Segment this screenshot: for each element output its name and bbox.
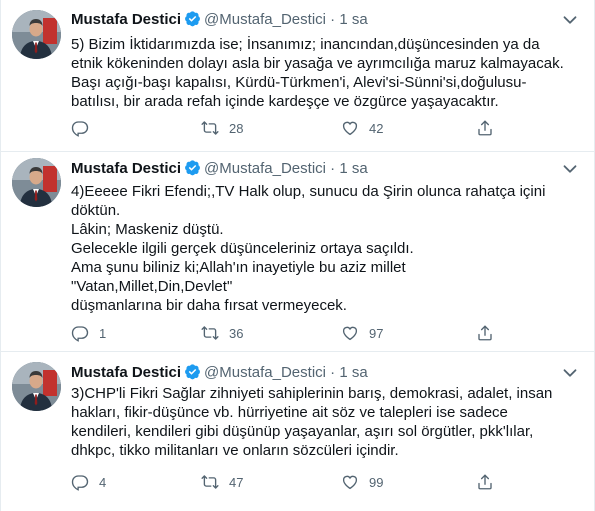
chevron-down-icon[interactable] xyxy=(559,158,581,180)
author-handle[interactable]: @Mustafa_Destici xyxy=(204,160,326,177)
author-handle[interactable]: @Mustafa_Destici xyxy=(204,364,326,381)
avatar[interactable] xyxy=(12,10,61,59)
share-button[interactable] xyxy=(476,323,494,343)
tweet-text-line: 3)CHP'li Fikri Sağlar zihniyeti sahipler… xyxy=(71,385,553,402)
tweet-text-line: etnik kökeninden dolayı asla bir yasağa … xyxy=(71,55,564,72)
tweet-text-line: döktün. xyxy=(71,202,121,219)
reply-button[interactable]: 4 xyxy=(71,472,106,492)
author-name[interactable]: Mustafa Destici xyxy=(71,160,181,177)
tweet-card[interactable]: Mustafa Destici @Mustafa_Destici · 1 sa 3… xyxy=(0,352,595,511)
reply-icon xyxy=(71,473,89,491)
retweet-button[interactable]: 47 xyxy=(201,472,243,492)
tweet-timestamp[interactable]: 1 sa xyxy=(339,364,367,381)
retweet-count: 28 xyxy=(229,120,244,136)
verified-badge-icon xyxy=(184,159,201,176)
tweet-actions: 28 42 xyxy=(71,118,501,138)
share-icon xyxy=(476,473,494,491)
chevron-down-icon[interactable] xyxy=(559,362,581,384)
tweet-feed: Mustafa Destici @Mustafa_Destici · 1 sa 5… xyxy=(0,0,595,511)
tweet-text-line: hakları, fikir-düşünce vb. hürriyetine a… xyxy=(71,404,508,421)
tweet-card[interactable]: Mustafa Destici @Mustafa_Destici · 1 sa 5… xyxy=(0,0,595,152)
tweet-timestamp[interactable]: 1 sa xyxy=(339,160,367,177)
tweet-text-line: Gelecekle ilgili gerçek düşünceleriniz o… xyxy=(71,240,414,257)
reply-icon xyxy=(71,119,89,137)
separator-dot: · xyxy=(330,11,336,28)
tweet-text-line: düşmanlarına bir daha fırsat vermeyecek. xyxy=(71,297,347,314)
like-count: 97 xyxy=(369,325,384,341)
tweet-text: 3)CHP'li Fikri Sağlar zihniyeti sahipler… xyxy=(71,384,581,460)
like-icon xyxy=(341,324,359,342)
tweet-text-line: 4)Eeeee Fikri Efendi;,TV Halk olup, sunu… xyxy=(71,183,546,200)
tweet-text-line: batılısı, bir arada refah içinde kardeşç… xyxy=(71,93,499,110)
retweet-count: 47 xyxy=(229,474,244,490)
tweet-actions: 1 36 97 xyxy=(71,323,501,343)
like-count: 42 xyxy=(369,120,384,136)
verified-badge-icon xyxy=(184,10,201,27)
like-icon xyxy=(341,473,359,491)
retweet-button[interactable]: 28 xyxy=(201,118,243,138)
like-button[interactable]: 97 xyxy=(341,323,383,343)
tweet-text-line: dhkpc, tikko militanları ve onların sözc… xyxy=(71,442,399,459)
separator-dot: · xyxy=(330,160,336,177)
tweet-text: 4)Eeeee Fikri Efendi;,TV Halk olup, sunu… xyxy=(71,182,581,315)
like-button[interactable]: 42 xyxy=(341,118,383,138)
avatar[interactable] xyxy=(12,158,61,207)
author-name[interactable]: Mustafa Destici xyxy=(71,364,181,381)
reply-button[interactable] xyxy=(71,118,99,138)
chevron-down-icon[interactable] xyxy=(559,9,581,31)
reply-count: 1 xyxy=(99,325,107,341)
reply-button[interactable]: 1 xyxy=(71,323,106,343)
reply-icon xyxy=(71,324,89,342)
retweet-count: 36 xyxy=(229,325,244,341)
retweet-icon xyxy=(201,473,219,491)
author-name[interactable]: Mustafa Destici xyxy=(71,11,181,28)
retweet-button[interactable]: 36 xyxy=(201,323,243,343)
reply-count: 4 xyxy=(99,474,107,490)
tweet-header: Mustafa Destici @Mustafa_Destici · 1 sa xyxy=(71,9,583,31)
share-button[interactable] xyxy=(476,118,494,138)
verified-badge-icon xyxy=(184,363,201,380)
share-button[interactable] xyxy=(476,472,494,492)
like-button[interactable]: 99 xyxy=(341,472,383,492)
tweet-timestamp[interactable]: 1 sa xyxy=(339,11,367,28)
share-icon xyxy=(476,324,494,342)
tweet-card[interactable]: Mustafa Destici @Mustafa_Destici · 1 sa 4… xyxy=(0,152,595,352)
tweet-text-line: Başı açığı-başı kapalısı, Kürdü-Türkmen'… xyxy=(71,74,527,91)
tweet-header: Mustafa Destici @Mustafa_Destici · 1 sa xyxy=(71,158,583,180)
retweet-icon xyxy=(201,119,219,137)
share-icon xyxy=(476,119,494,137)
separator-dot: · xyxy=(330,364,336,381)
tweet-text-line: kendileri, kendileri gibi düşünüp yaşaya… xyxy=(71,423,534,440)
tweet-text: 5) Bizim İktidarımızda ise; İnsanımız; i… xyxy=(71,35,581,111)
like-count: 99 xyxy=(369,474,384,490)
retweet-icon xyxy=(201,324,219,342)
tweet-actions: 4 47 99 xyxy=(71,472,501,492)
tweet-text-line: Ama şunu biliniz ki;Allah'ın inayetiyle … xyxy=(71,259,406,276)
like-icon xyxy=(341,119,359,137)
tweet-text-line: Lâkin; Maskeniz düştü. xyxy=(71,221,224,238)
avatar[interactable] xyxy=(12,362,61,411)
tweet-text-line: "Vatan,Millet,Din,Devlet" xyxy=(71,278,233,295)
author-handle[interactable]: @Mustafa_Destici xyxy=(204,11,326,28)
tweet-text-line: 5) Bizim İktidarımızda ise; İnsanımız; i… xyxy=(71,36,540,53)
tweet-header: Mustafa Destici @Mustafa_Destici · 1 sa xyxy=(71,362,583,384)
